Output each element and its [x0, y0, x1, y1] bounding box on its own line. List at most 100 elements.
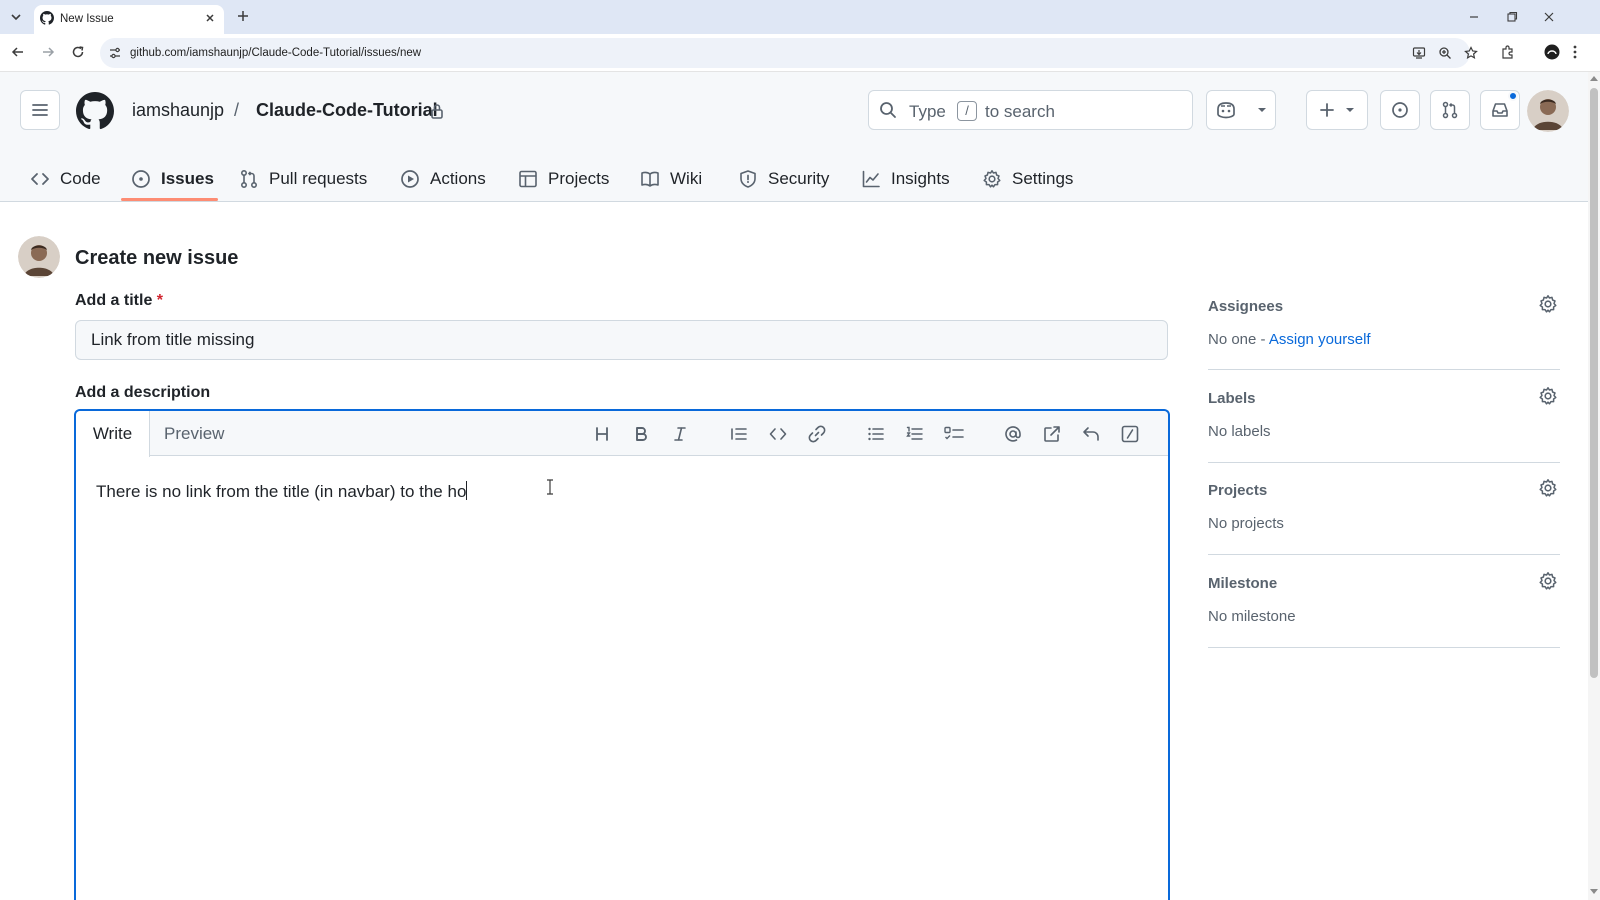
unordered-list-icon[interactable] [865, 423, 887, 445]
pull-request-icon [240, 169, 258, 189]
tab-settings[interactable]: Settings [982, 156, 1073, 202]
scrollbar-thumb[interactable] [1590, 88, 1598, 678]
assignees-gear-icon[interactable] [1538, 294, 1558, 314]
install-app-icon[interactable] [1412, 46, 1426, 60]
tab-insights-label: Insights [891, 169, 950, 188]
tab-issues[interactable]: Issues [131, 156, 214, 202]
plus-icon [1320, 103, 1334, 117]
heading-icon[interactable] [591, 423, 613, 445]
play-icon [401, 170, 419, 188]
zoom-icon[interactable] [1438, 46, 1452, 60]
create-new-button[interactable] [1306, 90, 1368, 130]
slash-command-icon[interactable] [1119, 423, 1141, 445]
description-label: Add a description [75, 384, 211, 401]
chevron-down-icon [1258, 108, 1266, 112]
back-icon[interactable] [10, 44, 26, 60]
tab-code[interactable]: Code [30, 156, 101, 202]
labels-title: Labels [1208, 390, 1256, 407]
code-icon [31, 173, 49, 185]
tab-security-label: Security [768, 169, 830, 188]
milestone-gear-icon[interactable] [1538, 571, 1558, 591]
description-text: There is no link from the title (in navb… [96, 482, 467, 501]
gear-icon [983, 170, 1001, 188]
extensions-icon[interactable] [1500, 44, 1516, 60]
tab-actions[interactable]: Actions [400, 156, 486, 202]
forward-icon[interactable] [40, 44, 56, 60]
address-bar[interactable]: github.com/iamshaunjp/Claude-Code-Tutori… [100, 38, 1478, 68]
book-icon [641, 171, 659, 187]
repo-name-link[interactable]: Claude-Code-Tutorial [256, 100, 438, 121]
tab-preview[interactable]: Preview [164, 411, 224, 456]
bold-icon[interactable] [630, 423, 652, 445]
inbox-icon [1492, 103, 1508, 117]
repo-owner-link[interactable]: iamshaunjp [132, 100, 224, 121]
site-info-icon[interactable] [108, 46, 122, 60]
milestone-title: Milestone [1208, 575, 1278, 592]
new-tab-icon[interactable] [236, 9, 250, 23]
tab-insights[interactable]: Insights [861, 156, 950, 202]
projects-gear-icon[interactable] [1538, 478, 1558, 498]
issue-title-input[interactable]: Link from title missing [75, 320, 1168, 360]
chevron-down-icon [11, 14, 21, 21]
task-list-icon[interactable] [943, 423, 965, 445]
browser-menu-icon[interactable] [1572, 44, 1578, 60]
tab-pull-requests[interactable]: Pull requests [239, 156, 367, 202]
reload-icon[interactable] [70, 44, 86, 60]
tab-pull-requests-label: Pull requests [269, 169, 368, 188]
assignees-title: Assignees [1208, 298, 1284, 315]
window-close-icon[interactable] [1542, 10, 1556, 24]
restore-icon[interactable] [1505, 10, 1519, 24]
sidebar-assignees: Assignees No one - Assign yourself [1208, 295, 1560, 370]
github-logo-icon[interactable] [76, 92, 114, 130]
copilot-button[interactable] [1206, 90, 1276, 130]
assign-yourself-link[interactable]: Assign yourself [1269, 331, 1371, 348]
bookmark-star-icon[interactable] [1464, 46, 1478, 60]
link-icon[interactable] [806, 423, 828, 445]
code-icon[interactable] [767, 423, 789, 445]
minimize-icon[interactable] [1467, 10, 1481, 24]
profile-icon[interactable] [1544, 44, 1560, 60]
user-avatar[interactable] [1527, 90, 1569, 132]
tab-projects-label: Projects [548, 169, 610, 188]
repo-nav: Code Issues Pull requests Actions Projec… [0, 156, 1588, 202]
breadcrumb-separator: / [234, 100, 240, 120]
tab-projects[interactable]: Projects [518, 156, 609, 202]
github-header: iamshaunjp / Claude-Code-Tutorial Type /… [0, 72, 1588, 202]
tab-write[interactable]: Write [76, 411, 150, 457]
browser-tab[interactable]: New Issue [34, 5, 224, 34]
issue-icon [132, 170, 150, 188]
close-tab-icon[interactable] [204, 12, 216, 24]
reference-icon[interactable] [1041, 423, 1063, 445]
required-marker: * [156, 292, 164, 309]
text-caret [466, 481, 468, 500]
ordered-list-icon[interactable] [904, 423, 926, 445]
tab-wiki[interactable]: Wiki [640, 156, 702, 202]
description-editor: Write Preview There is no link from the … [74, 409, 1170, 900]
tab-code-label: Code [60, 169, 101, 188]
assignees-value: No one - Assign yourself [1208, 331, 1371, 348]
issues-button[interactable] [1380, 90, 1420, 130]
saved-reply-icon[interactable] [1080, 423, 1102, 445]
tab-security[interactable]: Security [738, 156, 829, 202]
labels-gear-icon[interactable] [1538, 386, 1558, 406]
tab-search-button[interactable] [6, 7, 26, 27]
mention-icon[interactable] [1002, 423, 1024, 445]
table-icon [519, 170, 537, 188]
scroll-down-arrow-icon[interactable] [1590, 889, 1598, 894]
menu-button[interactable] [20, 90, 60, 130]
search-placeholder-prefix: Type [909, 102, 946, 121]
sidebar-projects: Projects No projects [1208, 479, 1560, 555]
italic-icon[interactable] [669, 423, 691, 445]
quote-icon[interactable] [728, 423, 750, 445]
search-input[interactable]: Type / to search [868, 90, 1193, 130]
search-icon [879, 101, 897, 119]
pull-requests-button[interactable] [1430, 90, 1470, 130]
scroll-up-arrow-icon[interactable] [1590, 76, 1598, 81]
milestone-value: No milestone [1208, 608, 1296, 625]
page-scrollbar[interactable] [1588, 72, 1600, 900]
sidebar-milestone: Milestone No milestone [1208, 572, 1560, 648]
browser-toolbar: github.com/iamshaunjp/Claude-Code-Tutori… [0, 34, 1600, 72]
active-tab-underline [121, 198, 218, 201]
description-textarea[interactable]: There is no link from the title (in navb… [96, 481, 468, 502]
pull-request-icon [1442, 101, 1458, 119]
